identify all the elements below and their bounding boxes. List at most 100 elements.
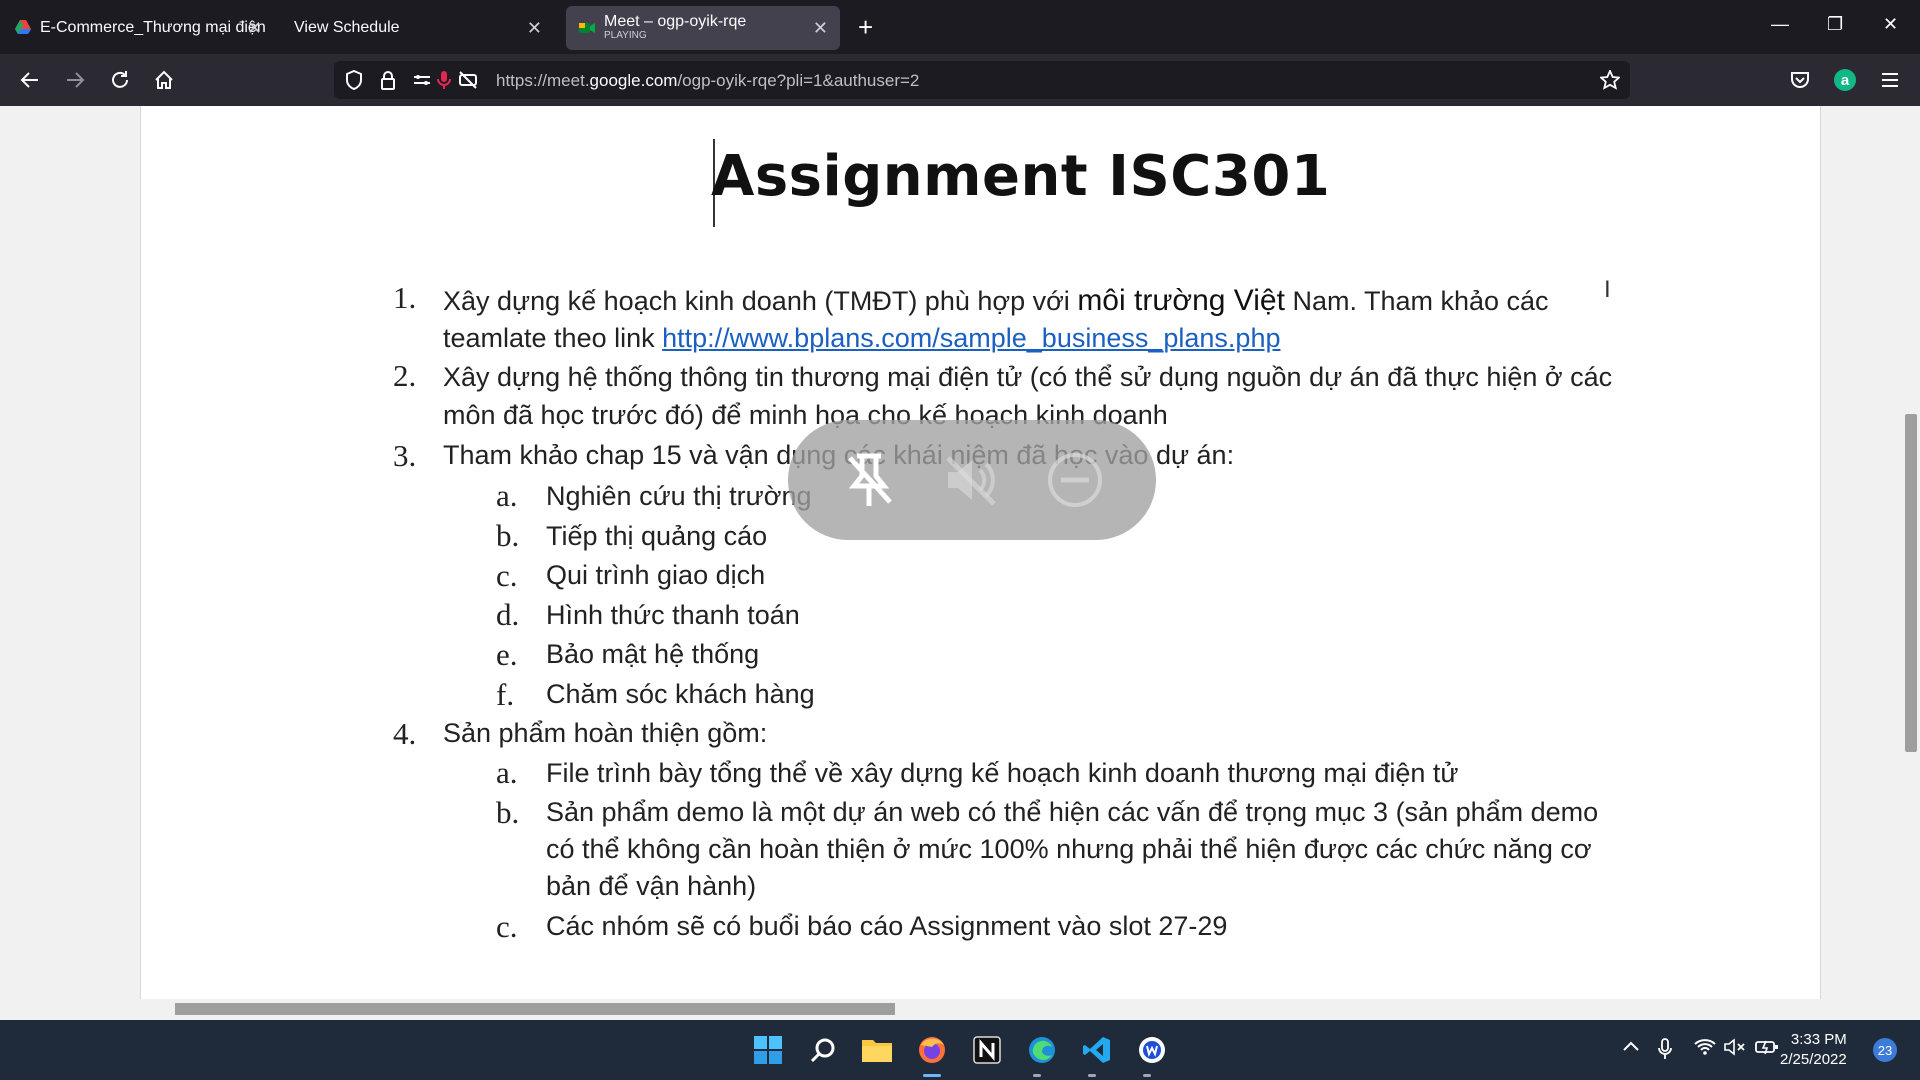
- account-avatar[interactable]: a: [1831, 66, 1859, 94]
- meet-icon: [579, 23, 595, 33]
- forward-arrow-icon: [67, 72, 85, 88]
- url-bar[interactable]: https://meet.google.com/ogp-oyik-rqe?pli…: [334, 61, 1630, 99]
- tab-title: E-Commerce_Thương mại điện: [40, 19, 266, 36]
- wifi-icon[interactable]: [1694, 1038, 1716, 1061]
- minimize-icon[interactable]: —: [1771, 14, 1789, 35]
- shield-icon[interactable]: [344, 70, 364, 90]
- list-item-text: Xây dựng kế hoạch kinh doanh (TMĐT) phù …: [443, 284, 1549, 318]
- battery-icon[interactable]: [1755, 1038, 1779, 1061]
- file-explorer-button[interactable]: [859, 1032, 895, 1068]
- home-icon: [155, 70, 173, 89]
- close-window-icon[interactable]: ✕: [1883, 14, 1898, 35]
- meet-tile-controls: [788, 420, 1156, 540]
- folder-icon: [862, 1040, 892, 1062]
- windows-taskbar: 3:33 PM 2/25/2022 23: [0, 1020, 1920, 1080]
- sub-letter: b.: [496, 795, 520, 830]
- tab-view-schedule[interactable]: View Schedule ✕: [282, 6, 554, 50]
- drive-icon: [15, 20, 31, 34]
- url-prefix: https://meet.: [496, 71, 590, 90]
- text-cursor-icon: I: [1604, 276, 1611, 303]
- sub-item-text: bản để vận hành): [546, 871, 757, 901]
- clock-date: 2/25/2022: [1780, 1051, 1847, 1068]
- volume-muted-icon[interactable]: [1724, 1038, 1746, 1061]
- active-app-indicator: [923, 1074, 941, 1077]
- vertical-scroll-thumb[interactable]: [1905, 414, 1917, 752]
- sub-item-text: Nghiên cứu thị trường: [546, 481, 812, 511]
- sub-item-text: có thể không cần hoàn thiện ở mức 100% n…: [546, 834, 1592, 864]
- close-tab-icon[interactable]: ✕: [527, 18, 542, 39]
- clock-time: 3:33 PM: [1790, 1031, 1847, 1048]
- avatar: a: [1834, 69, 1856, 91]
- lock-icon[interactable]: [378, 70, 398, 90]
- notification-badge[interactable]: 23: [1873, 1038, 1897, 1062]
- url-path: /ogp-oyik-rqe?pli=1&authuser=2: [677, 71, 920, 90]
- sub-letter: f.: [496, 677, 515, 712]
- document-page: Assignment ISC301 I 1. Xây dựng kế hoạch…: [140, 106, 1821, 999]
- forward-button[interactable]: [61, 66, 89, 94]
- text-run: môi trường Việt: [1077, 284, 1285, 317]
- list-number: 4.: [393, 716, 417, 751]
- running-app-indicator: [1088, 1074, 1096, 1077]
- tab-meet[interactable]: Meet – ogp-oyik-rqe PLAYING ✕: [566, 6, 840, 50]
- horizontal-scroll-thumb[interactable]: [175, 1003, 895, 1015]
- bookmark-star-icon[interactable]: [1600, 70, 1620, 90]
- firefox-taskbar-button[interactable]: [914, 1032, 950, 1068]
- edge-taskbar-button[interactable]: [1024, 1032, 1060, 1068]
- edge-icon: [1029, 1037, 1055, 1063]
- sub-letter: a.: [496, 755, 518, 790]
- sub-letter: e.: [496, 637, 518, 672]
- camera-blocked-icon[interactable]: [458, 70, 478, 90]
- sub-letter: c.: [496, 909, 518, 944]
- windows-logo-icon: [754, 1036, 782, 1064]
- remove-circle-icon: [1047, 453, 1102, 507]
- url-text[interactable]: https://meet.google.com/ogp-oyik-rqe?pli…: [496, 71, 919, 91]
- system-clock[interactable]: 3:33 PM 2/25/2022: [1780, 1030, 1847, 1070]
- microphone-active-icon[interactable]: [434, 70, 454, 90]
- show-hidden-icons-icon[interactable]: [1622, 1038, 1640, 1061]
- list-item-text: Xây dựng hệ thống thông tin thương mại đ…: [443, 362, 1613, 392]
- unpin-button[interactable]: [834, 445, 904, 515]
- tab-title: View Schedule: [294, 19, 400, 36]
- mute-participant-button[interactable]: [937, 445, 1007, 515]
- menu-button[interactable]: [1876, 66, 1904, 94]
- sub-item-text: Bảo mật hệ thống: [546, 639, 760, 669]
- shared-screen-viewport: Assignment ISC301 I 1. Xây dựng kế hoạch…: [0, 106, 1920, 1020]
- notion-icon: [973, 1036, 1001, 1064]
- permissions-icon[interactable]: [412, 70, 432, 90]
- close-tab-icon[interactable]: ✕: [247, 18, 262, 39]
- app-taskbar-button[interactable]: [1134, 1032, 1170, 1068]
- pocket-icon: [1791, 72, 1809, 88]
- new-tab-button[interactable]: +: [858, 13, 873, 41]
- reload-button[interactable]: [106, 66, 134, 94]
- url-domain: google.com: [589, 71, 678, 90]
- text-run: Nam. Tham khảo các: [1284, 286, 1549, 316]
- hamburger-menu-icon: [1882, 73, 1898, 87]
- home-button[interactable]: [150, 66, 178, 94]
- microphone-tray-icon[interactable]: [1657, 1038, 1673, 1065]
- sub-item-text: File trình bày tổng thể về xây dựng kế h…: [546, 758, 1459, 788]
- text-run: teamlate theo link: [443, 323, 663, 353]
- bplans-link[interactable]: http://www.bplans.com/sample_business_pl…: [662, 323, 1280, 353]
- sub-item-text: Tiếp thị quảng cáo: [546, 521, 768, 551]
- pocket-button[interactable]: [1786, 66, 1814, 94]
- back-button[interactable]: [16, 66, 44, 94]
- reload-icon: [112, 71, 128, 88]
- notion-taskbar-button[interactable]: [969, 1032, 1005, 1068]
- search-button[interactable]: [805, 1032, 841, 1068]
- remove-participant-button[interactable]: [1040, 445, 1110, 515]
- start-button[interactable]: [750, 1032, 786, 1068]
- list-number: 2.: [393, 358, 417, 393]
- sub-letter: a.: [496, 478, 518, 513]
- list-number: 3.: [393, 438, 417, 473]
- tab-ecommerce[interactable]: E-Commerce_Thương mại điện ✕: [2, 6, 274, 50]
- vscode-taskbar-button[interactable]: [1079, 1032, 1115, 1068]
- volume-off-icon: [946, 456, 996, 506]
- list-number: 1.: [393, 280, 417, 315]
- close-tab-icon[interactable]: ✕: [813, 18, 828, 39]
- back-arrow-icon: [20, 72, 38, 88]
- list-item-text: teamlate theo link http://www.bplans.com…: [443, 323, 1280, 354]
- sub-item-text: Chăm sóc khách hàng: [546, 679, 815, 709]
- unpin-icon: [848, 453, 893, 506]
- sub-item-text: Qui trình giao dịch: [546, 560, 766, 590]
- restore-icon[interactable]: ❐: [1827, 14, 1843, 35]
